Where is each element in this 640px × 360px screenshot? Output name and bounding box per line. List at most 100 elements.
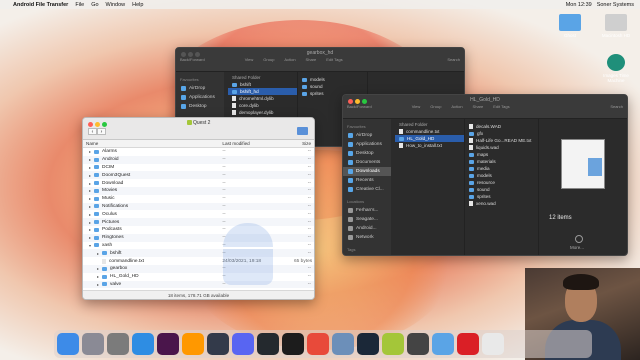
- group-button[interactable]: Group: [430, 104, 441, 109]
- list-item[interactable]: bshift_hd: [228, 88, 297, 95]
- system-preferences-icon[interactable]: [107, 333, 129, 355]
- disclosure-closed-icon[interactable]: ▸: [86, 196, 94, 201]
- list-item[interactable]: gfx: [465, 130, 538, 137]
- list-item[interactable]: chromehtml.dylib: [228, 95, 297, 102]
- share-button[interactable]: Share: [306, 57, 317, 62]
- sidebar-item-creative-cloud[interactable]: Creative Cl...: [343, 185, 391, 194]
- disclosure-closed-icon[interactable]: ▸: [86, 157, 94, 162]
- creative-cloud-icon[interactable]: [457, 333, 479, 355]
- view-button[interactable]: View: [245, 57, 254, 62]
- disclosure-closed-icon[interactable]: ▸: [94, 251, 102, 256]
- sidebar-item-downloads[interactable]: Downloads: [343, 167, 391, 176]
- list-item[interactable]: materials: [465, 158, 538, 165]
- list-item[interactable]: decals.WAD: [465, 123, 538, 130]
- edit-tags-button[interactable]: Edit Tags: [493, 104, 509, 109]
- vr-icon[interactable]: [407, 333, 429, 355]
- preview-icon[interactable]: [332, 333, 354, 355]
- list-item[interactable]: xeno.wad: [465, 200, 538, 207]
- list-item[interactable]: media: [465, 165, 538, 172]
- list-item[interactable]: HL_Gold_HD: [395, 135, 464, 142]
- safari-icon[interactable]: [132, 333, 154, 355]
- desktop-icon-ghost[interactable]: Ghost: [550, 14, 590, 38]
- disclosure-closed-icon[interactable]: ▸: [86, 188, 94, 193]
- sidebar-item-recents[interactable]: Recents: [343, 176, 391, 185]
- more-label[interactable]: More...: [570, 245, 584, 250]
- table-row[interactable]: ▸ Doom3Quest -- --: [83, 171, 314, 180]
- folder-icon[interactable]: [432, 333, 454, 355]
- launchpad-icon[interactable]: [82, 333, 104, 355]
- list-item[interactable]: core.dylib: [228, 102, 297, 109]
- list-item[interactable]: sound: [465, 186, 538, 193]
- android-file-transfer-icon[interactable]: [382, 333, 404, 355]
- disclosure-closed-icon[interactable]: ▸: [86, 149, 94, 154]
- table-row[interactable]: ▸ Movies -- --: [83, 186, 314, 195]
- column-header-last-modified[interactable]: Last modified: [222, 141, 294, 146]
- disclosure-closed-icon[interactable]: ▸: [86, 165, 94, 170]
- action-button[interactable]: Action: [284, 57, 295, 62]
- menu-app-name[interactable]: Android File Transfer: [13, 2, 68, 8]
- steam-icon[interactable]: [357, 333, 379, 355]
- disclosure-closed-icon[interactable]: ▸: [86, 181, 94, 186]
- list-item[interactable]: How_to_install.txt: [395, 142, 464, 149]
- slack-icon[interactable]: [157, 333, 179, 355]
- sidebar-item-airdrop[interactable]: AirDrop: [176, 84, 224, 93]
- sidebar-item-desktop[interactable]: Desktop: [176, 102, 224, 111]
- more-icon[interactable]: [575, 235, 583, 243]
- transfer-icon[interactable]: [307, 333, 329, 355]
- view-button[interactable]: View: [412, 104, 421, 109]
- table-row[interactable]: ▸ Notifications -- --: [83, 202, 314, 211]
- disclosure-closed-icon[interactable]: ▸: [86, 220, 94, 225]
- menu-go[interactable]: Go: [91, 2, 98, 8]
- search-field[interactable]: Search: [610, 104, 623, 109]
- sidebar-item-applications[interactable]: Applications: [176, 93, 224, 102]
- table-row[interactable]: ▸ Download -- --: [83, 179, 314, 187]
- table-row[interactable]: ▸ Alarms -- --: [83, 148, 314, 156]
- edit-tags-button[interactable]: Edit Tags: [326, 57, 342, 62]
- back-button[interactable]: ‹: [88, 128, 97, 135]
- column-header-name[interactable]: Name: [83, 141, 222, 146]
- table-row[interactable]: ▸ Music -- --: [83, 195, 314, 203]
- discord-icon[interactable]: [232, 333, 254, 355]
- sidebar-item-location[interactable]: Seagate...: [343, 215, 391, 224]
- back-forward-button[interactable]: Back/Forward: [180, 57, 205, 62]
- sidebar-item-network[interactable]: Network: [343, 233, 391, 242]
- list-item[interactable]: models: [298, 76, 367, 83]
- sidebar-item-location[interactable]: Android...: [343, 224, 391, 233]
- menu-help[interactable]: Help: [132, 2, 143, 8]
- sidebar-item-desktop[interactable]: Desktop: [343, 149, 391, 158]
- table-row[interactable]: ▸ Oculus -- --: [83, 210, 314, 218]
- disclosure-closed-icon[interactable]: ▸: [86, 204, 94, 209]
- column-header-size[interactable]: Size: [294, 141, 314, 146]
- back-forward-button[interactable]: Back/Forward: [347, 104, 372, 109]
- forward-button[interactable]: ›: [97, 128, 106, 135]
- list-item[interactable]: bshift: [228, 81, 297, 88]
- list-item[interactable]: maps: [465, 151, 538, 158]
- disclosure-closed-icon[interactable]: ▸: [94, 274, 102, 279]
- share-button[interactable]: Share: [473, 104, 484, 109]
- desktop-icon-macintosh-hd[interactable]: Macintosh HD: [596, 14, 636, 38]
- table-row[interactable]: ▸ Android -- --: [83, 155, 314, 164]
- list-item[interactable]: Half-Life Go...READ ME.txt: [465, 137, 538, 144]
- disclosure-closed-icon[interactable]: ▸: [94, 282, 102, 287]
- new-folder-icon[interactable]: [297, 127, 308, 135]
- disclosure-closed-icon[interactable]: ▸: [86, 227, 94, 232]
- list-item[interactable]: models: [465, 172, 538, 179]
- desktop-icon-images-time-machine[interactable]: Images Time Machine: [596, 54, 636, 83]
- sidebar-item-location[interactable]: Ferhan's...: [343, 206, 391, 215]
- finder-icon[interactable]: [57, 333, 79, 355]
- clock[interactable]: Mon 12:39: [566, 2, 592, 8]
- sidebar-item-airdrop[interactable]: AirDrop: [343, 131, 391, 140]
- app-store-icon[interactable]: [207, 333, 229, 355]
- list-item[interactable]: sprites: [465, 193, 538, 200]
- sidebar-item-applications[interactable]: Applications: [343, 140, 391, 149]
- disclosure-closed-icon[interactable]: ▸: [86, 173, 94, 178]
- table-row[interactable]: ▸ DCIM -- --: [83, 164, 314, 172]
- list-item[interactable]: sound: [298, 83, 367, 90]
- menu-file[interactable]: File: [75, 2, 84, 8]
- terminal-icon[interactable]: [282, 333, 304, 355]
- list-item[interactable]: resource: [465, 179, 538, 186]
- github-icon[interactable]: [257, 333, 279, 355]
- sidebar-item-documents[interactable]: Documents: [343, 158, 391, 167]
- action-button[interactable]: Action: [451, 104, 462, 109]
- list-item[interactable]: commandline.txt: [395, 128, 464, 135]
